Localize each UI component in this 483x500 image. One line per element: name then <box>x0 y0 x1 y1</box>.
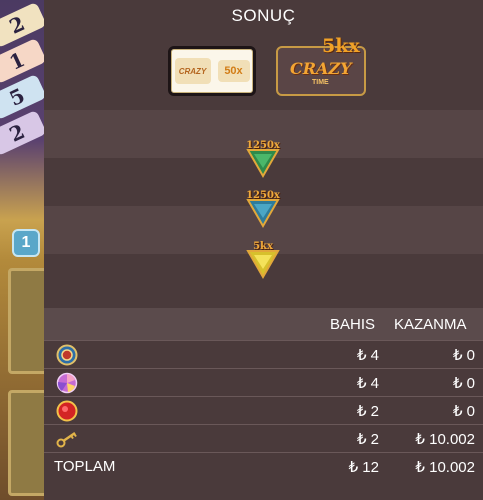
chip-counter: 1 <box>12 229 40 257</box>
table-row: ₺ 4 ₺ 0 <box>44 368 483 396</box>
total-label: TOPLAM <box>54 458 116 475</box>
top-slot-multiplier: 50x <box>217 60 250 82</box>
pachinko-icon <box>56 372 78 394</box>
row-bet: ₺ 4 <box>356 375 379 392</box>
coin-flip-icon <box>56 344 78 366</box>
crazy-time-mini-logo: CRAZY <box>174 58 211 84</box>
row-win: ₺ 10.002 <box>415 431 475 448</box>
bet-column-header: BAHIS <box>330 316 376 333</box>
crazy-time-key-icon <box>56 431 77 448</box>
panel-title: SONUÇ <box>231 6 296 25</box>
crazy-time-logo-sub: TIME <box>312 79 329 86</box>
flapper-multiplier: 1250x <box>246 190 280 201</box>
flapper-multiplier: 1250x <box>246 140 280 151</box>
win-column-header: KAZANMA <box>394 316 467 333</box>
total-row: TOPLAM ₺ 12 ₺ 10.002 <box>44 452 483 482</box>
game-background: 2 1 5 2 1 <box>0 0 44 500</box>
row-bet: ₺ 4 <box>356 347 379 364</box>
crazy-time-logo: CRAZY <box>290 59 352 78</box>
row-win: ₺ 0 <box>452 375 475 392</box>
flapper-yellow: 5kx <box>244 241 282 281</box>
flapper-multiplier: 5kx <box>253 241 273 252</box>
cash-hunt-icon <box>56 400 78 422</box>
bet-spot-tile <box>8 390 44 496</box>
bonus-multiplier: 5kx <box>322 35 360 57</box>
row-bet: ₺ 2 <box>356 403 379 420</box>
row-bet: ₺ 2 <box>356 431 379 448</box>
total-win: ₺ 10.002 <box>415 459 475 476</box>
total-bet: ₺ 12 <box>348 459 379 476</box>
result-panel: SONUÇ CRAZY 50x CRAZY TIME 5kx 1250x 125… <box>44 0 483 500</box>
row-win: ₺ 0 <box>452 403 475 420</box>
wheel-segment: 2 <box>0 109 44 157</box>
bet-spot-tile <box>8 268 44 374</box>
top-slot-result: CRAZY 50x <box>168 46 256 96</box>
row-win: ₺ 0 <box>452 347 475 364</box>
flapper-green: 1250x <box>244 140 282 180</box>
table-row: ₺ 2 ₺ 0 <box>44 396 483 424</box>
table-header: BAHIS KAZANMA <box>44 308 483 340</box>
table-row: ₺ 4 ₺ 0 <box>44 340 483 368</box>
table-row: ₺ 2 ₺ 10.002 <box>44 424 483 452</box>
flapper-blue: 1250x <box>244 190 282 230</box>
